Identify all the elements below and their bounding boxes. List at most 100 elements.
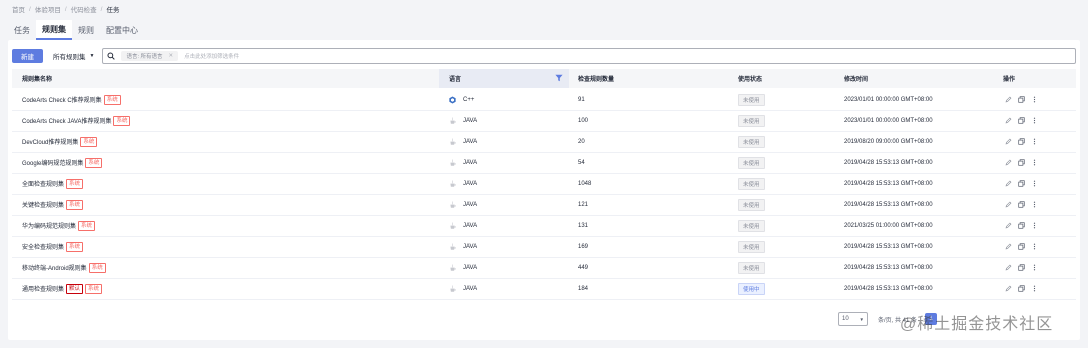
col-language-header: 语言 [439,69,569,88]
rule-count: 100 [578,117,589,124]
more-icon[interactable] [1031,264,1038,271]
edit-icon[interactable] [1005,138,1012,145]
row-actions [1005,173,1044,194]
table-row[interactable]: DevCloud推荐规则集 系统 JAVA 20 未使用 2019/08/20 09:00… [12,131,1076,153]
table-row[interactable]: CodeArts Check JAVA推荐规则集 系统 JAVA 100 未使用 2023… [12,110,1076,132]
close-icon[interactable]: ✕ [169,53,174,59]
java-cup-icon [450,221,456,229]
edit-icon[interactable] [1005,159,1012,166]
tab-config[interactable]: 配置中心 [100,20,144,40]
edit-icon[interactable] [1005,243,1012,250]
copy-icon[interactable] [1018,222,1025,229]
table-row[interactable]: Google编码规范规则集 系统 JAVA 54 未使用 2019/04/28 15:53… [12,152,1076,174]
breadcrumb-current: 任务 [106,7,120,14]
status-badge: 未使用 [738,219,765,232]
modified-time: 2019/04/28 15:53:13 GMT+08:00 [844,180,933,187]
rule-count: 131 [578,222,589,229]
system-tag: 系统 [113,115,131,126]
col-language-header-label: 语言 [449,77,462,83]
language-label: JAVA [463,117,478,124]
tab-rules[interactable]: 规则 [72,20,100,40]
more-icon[interactable] [1031,117,1038,124]
ruleset-name[interactable]: CodeArts Check JAVA推荐规则集 [22,116,111,125]
status-badge: 未使用 [738,135,765,148]
edit-icon[interactable] [1005,201,1012,208]
ruleset-name[interactable]: DevCloud推荐规则集 [22,137,78,146]
copy-icon[interactable] [1018,285,1025,292]
language-cell: JAVA [449,278,477,299]
breadcrumb-project[interactable]: 体验项目 [35,4,61,14]
search-bar[interactable]: 语言: 所有语言 ✕ 点击此处添加筛选条件 [102,47,1076,64]
copy-icon[interactable] [1018,96,1025,103]
more-icon[interactable] [1031,243,1038,250]
modified-time: 2019/04/28 15:53:13 GMT+08:00 [844,201,933,208]
more-icon[interactable] [1031,96,1038,103]
status-cell: 未使用 [738,194,765,215]
status-badge: 未使用 [738,240,765,253]
language-cell: JAVA [449,110,477,131]
modified-time: 2019/04/28 15:53:13 GMT+08:00 [844,243,933,250]
ruleset-name[interactable]: Google编码规范规则集 [22,158,83,167]
copy-icon[interactable] [1018,138,1025,145]
row-actions [1005,194,1044,215]
edit-icon[interactable] [1005,180,1012,187]
caret-down-icon: ▼ [859,316,864,322]
ruleset-name[interactable]: CodeArts Check C推荐规则集 [22,95,102,104]
more-icon[interactable] [1031,201,1038,208]
status-badge: 未使用 [738,177,765,190]
page-size-value: 10 [842,316,849,322]
new-button[interactable]: 新建 [12,48,43,63]
edit-icon[interactable] [1005,222,1012,229]
breadcrumb-codecheck[interactable]: 代码检查 [71,4,97,14]
filter-icon[interactable] [555,74,563,82]
ruleset-name-cell: CodeArts Check C推荐规则集 系统 [22,89,121,110]
more-icon[interactable] [1031,285,1038,292]
more-icon[interactable] [1031,138,1038,145]
more-icon[interactable] [1031,222,1038,229]
status-badge: 未使用 [738,114,765,127]
ruleset-name[interactable]: 全面检查规则集 [22,179,64,188]
table-row[interactable]: 关键检查规则集 系统 JAVA 121 未使用 2019/04/28 15:53:13 G… [12,194,1076,216]
ruleset-filter-label: 所有规则集 [53,53,86,61]
default-tag: 默认 [66,283,84,294]
ruleset-name[interactable]: 关键检查规则集 [22,200,64,209]
copy-icon[interactable] [1018,243,1025,250]
ruleset-name[interactable]: 安全检查规则集 [22,242,64,251]
ruleset-name[interactable]: 华为编码规范规则集 [22,221,76,230]
system-tag: 系统 [80,136,98,147]
ruleset-name-cell: Google编码规范规则集 系统 [22,152,103,173]
ruleset-name-cell: 华为编码规范规则集 系统 [22,215,96,236]
system-tag: 系统 [103,94,121,105]
language-label: JAVA [463,180,478,187]
col-count-header: 检查规则数量 [578,77,615,83]
edit-icon[interactable] [1005,264,1012,271]
table-row[interactable]: 华为编码规范规则集 系统 JAVA 131 未使用 2021/03/25 01:00:00… [12,215,1076,237]
ruleset-name[interactable]: 通用检查规则集 [22,284,64,293]
edit-icon[interactable] [1005,117,1012,124]
search-placeholder[interactable]: 点击此处添加筛选条件 [184,52,239,60]
tab-tasks[interactable]: 任务 [8,20,36,40]
more-icon[interactable] [1031,159,1038,166]
page-size-select[interactable]: 10 ▼ [838,312,868,326]
row-actions [1005,257,1044,278]
copy-icon[interactable] [1018,117,1025,124]
ruleset-name-cell: CodeArts Check JAVA推荐规则集 系统 [22,110,131,131]
table-row[interactable]: 安全检查规则集 系统 JAVA 169 未使用 2019/04/28 15:53:13 G… [12,236,1076,258]
edit-icon[interactable] [1005,96,1012,103]
rule-count: 91 [578,96,585,103]
table-row[interactable]: CodeArts Check C推荐规则集 系统 C++ 91 未使用 2023/01/0… [12,89,1076,111]
breadcrumb-home[interactable]: 首页 [12,4,25,14]
tab-rulesets[interactable]: 规则集 [36,20,72,40]
copy-icon[interactable] [1018,201,1025,208]
table-row[interactable]: 移动终端-Android规则集 系统 JAVA 449 未使用 2019/04/28 15… [12,257,1076,279]
copy-icon[interactable] [1018,180,1025,187]
table-row[interactable]: 全面检查规则集 系统 JAVA 1048 未使用 2019/04/28 15:53:13 … [12,173,1076,195]
copy-icon[interactable] [1018,264,1025,271]
language-filter-chip[interactable]: 语言: 所有语言 ✕ [121,50,179,61]
table-row[interactable]: 通用检查规则集 默认 系统 JAVA 184 使用中 2019/04/28 15:53:13… [12,278,1076,300]
more-icon[interactable] [1031,180,1038,187]
edit-icon[interactable] [1005,285,1012,292]
copy-icon[interactable] [1018,159,1025,166]
ruleset-filter-dropdown[interactable]: 所有规则集 ▼ [53,51,94,61]
ruleset-name[interactable]: 移动终端-Android规则集 [22,263,87,272]
